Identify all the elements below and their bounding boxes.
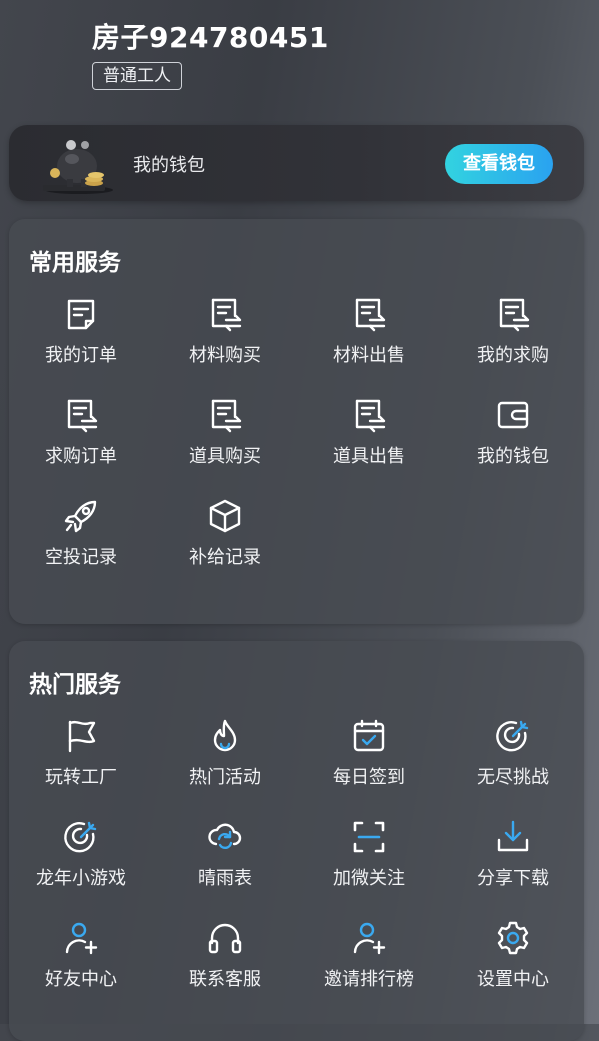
service-label: 加微关注 bbox=[333, 868, 405, 889]
service-label: 邀请排行榜 bbox=[324, 969, 414, 990]
service-label: 无尽挑战 bbox=[477, 767, 549, 788]
user-add-icon bbox=[65, 922, 98, 955]
service-label: 我的求购 bbox=[477, 345, 549, 366]
document-exchange-icon bbox=[499, 298, 530, 332]
document-exchange-icon bbox=[355, 298, 386, 332]
service-supply-records[interactable]: 补给记录 bbox=[153, 491, 297, 581]
hot-services-card: 热门服务 玩转工厂 热门活动 每日签到 无尽挑战 龙年小游戏 晴雨表 加微关注 … bbox=[9, 641, 584, 1041]
hot-services-title: 热门服务 bbox=[29, 672, 121, 698]
common-services-card: 常用服务 我的订单 材料购买 材料出售 我的求购 求购订单 道具购买 道具出售 … bbox=[9, 219, 584, 624]
scan-icon bbox=[353, 821, 385, 853]
service-label: 玩转工厂 bbox=[45, 767, 117, 788]
service-label: 材料购买 bbox=[189, 345, 261, 366]
service-label: 我的订单 bbox=[45, 345, 117, 366]
service-airdrop-records[interactable]: 空投记录 bbox=[9, 491, 153, 581]
box-icon bbox=[209, 499, 241, 533]
service-label: 材料出售 bbox=[333, 345, 405, 366]
piggy-bank-icon bbox=[43, 140, 113, 194]
service-label: 热门活动 bbox=[189, 767, 261, 788]
service-barometer[interactable]: 晴雨表 bbox=[153, 812, 297, 902]
service-item-purchase[interactable]: 道具购买 bbox=[153, 390, 297, 480]
service-wechat-follow[interactable]: 加微关注 bbox=[297, 812, 441, 902]
service-dragon-mini-game[interactable]: 龙年小游戏 bbox=[9, 812, 153, 902]
service-friends-center[interactable]: 好友中心 bbox=[9, 913, 153, 1003]
service-label: 设置中心 bbox=[477, 969, 549, 990]
document-exchange-icon bbox=[355, 399, 386, 433]
service-invite-leaderboard[interactable]: 邀请排行榜 bbox=[297, 913, 441, 1003]
wallet-label: 我的钱包 bbox=[133, 155, 205, 176]
user-add-icon bbox=[353, 922, 386, 955]
view-wallet-button[interactable]: 查看钱包 bbox=[445, 144, 553, 184]
service-settings-center[interactable]: 设置中心 bbox=[441, 913, 585, 1003]
service-request-orders[interactable]: 求购订单 bbox=[9, 390, 153, 480]
service-hot-events[interactable]: 热门活动 bbox=[153, 711, 297, 801]
calendar-check-icon bbox=[353, 719, 385, 752]
profile-header: 房子924780451 普通工人 bbox=[92, 18, 329, 90]
rocket-icon bbox=[64, 500, 97, 533]
service-label: 空投记录 bbox=[45, 547, 117, 568]
service-daily-checkin[interactable]: 每日签到 bbox=[297, 711, 441, 801]
flame-icon bbox=[213, 719, 237, 752]
service-label: 道具出售 bbox=[333, 446, 405, 467]
service-label: 每日签到 bbox=[333, 767, 405, 788]
service-label: 晴雨表 bbox=[198, 868, 252, 889]
gear-icon bbox=[497, 921, 529, 955]
service-material-purchase[interactable]: 材料购买 bbox=[153, 289, 297, 379]
download-icon bbox=[497, 820, 529, 852]
service-item-sale[interactable]: 道具出售 bbox=[297, 390, 441, 480]
document-exchange-icon bbox=[67, 399, 98, 433]
wallet-banner: 我的钱包 查看钱包 bbox=[9, 125, 584, 201]
service-my-wallet[interactable]: 我的钱包 bbox=[441, 390, 585, 480]
service-my-orders[interactable]: 我的订单 bbox=[9, 289, 153, 379]
flag-icon bbox=[68, 720, 96, 753]
common-services-title: 常用服务 bbox=[29, 250, 121, 276]
service-label: 求购订单 bbox=[45, 446, 117, 467]
target-icon bbox=[496, 720, 529, 752]
service-label: 我的钱包 bbox=[477, 446, 549, 467]
username: 房子924780451 bbox=[92, 21, 329, 54]
wallet-icon bbox=[497, 401, 529, 429]
cloud-refresh-icon bbox=[208, 823, 242, 850]
order-icon bbox=[67, 299, 95, 330]
document-exchange-icon bbox=[211, 399, 242, 433]
headset-icon bbox=[208, 923, 242, 954]
service-label: 联系客服 bbox=[189, 969, 261, 990]
target-icon bbox=[64, 821, 97, 853]
service-share-download[interactable]: 分享下载 bbox=[441, 812, 585, 902]
service-endless-challenge[interactable]: 无尽挑战 bbox=[441, 711, 585, 801]
service-label: 分享下载 bbox=[477, 868, 549, 889]
document-exchange-icon bbox=[211, 298, 242, 332]
service-material-sale[interactable]: 材料出售 bbox=[297, 289, 441, 379]
service-label: 道具购买 bbox=[189, 446, 261, 467]
service-label: 好友中心 bbox=[45, 969, 117, 990]
role-badge: 普通工人 bbox=[92, 62, 182, 90]
service-customer-support[interactable]: 联系客服 bbox=[153, 913, 297, 1003]
service-label: 龙年小游戏 bbox=[36, 868, 126, 889]
service-my-requests[interactable]: 我的求购 bbox=[441, 289, 585, 379]
service-play-factory[interactable]: 玩转工厂 bbox=[9, 711, 153, 801]
service-label: 补给记录 bbox=[189, 547, 261, 568]
